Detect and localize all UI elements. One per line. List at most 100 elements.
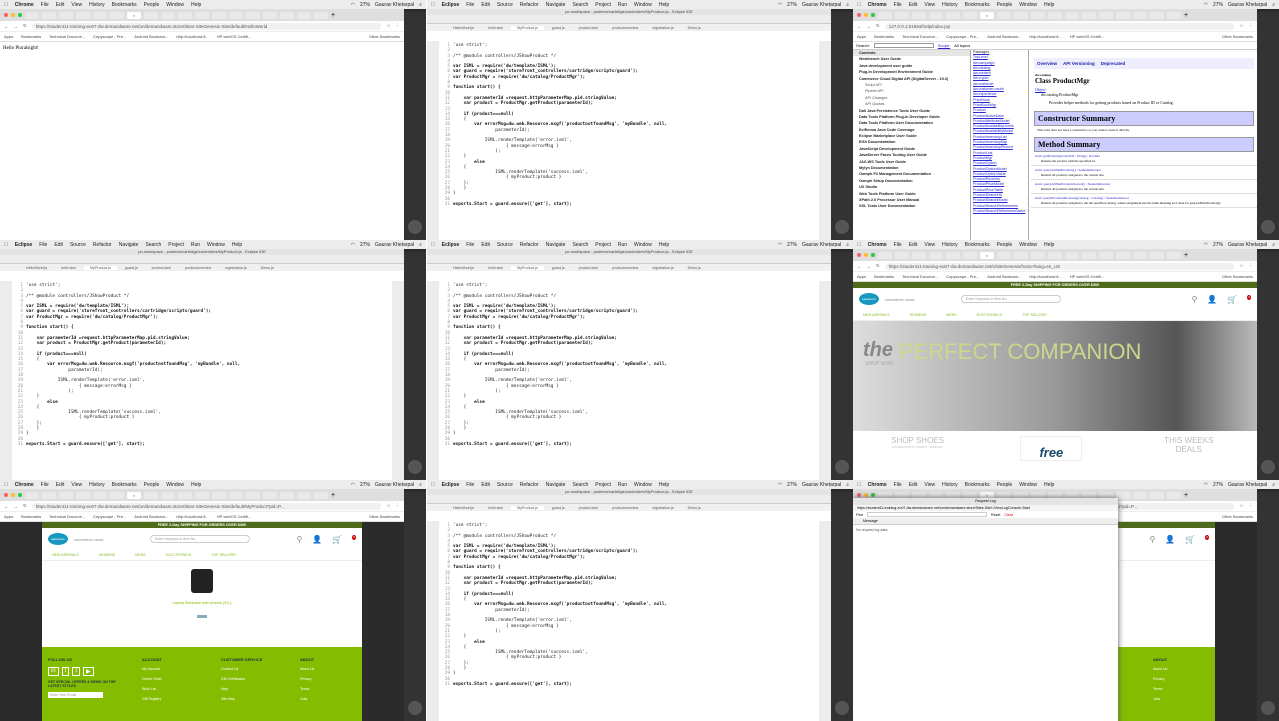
bookmark-item[interactable]: Other Bookmarks: [369, 514, 400, 519]
bookmark-item[interactable]: Copyscape - Pre...: [946, 274, 979, 279]
nav-link[interactable]: ELECTRONICS: [977, 313, 1003, 317]
menu-app-name[interactable]: Chrome: [15, 2, 34, 8]
browser-tab[interactable]: [997, 11, 1011, 19]
browser-tab[interactable]: [178, 491, 192, 499]
nav-link[interactable]: TOP SELLERS: [1022, 313, 1046, 317]
doc-nav-link[interactable]: API Versioning: [1063, 61, 1095, 66]
bookmark-item[interactable]: Apps: [857, 34, 866, 39]
menu-item[interactable]: Search: [572, 242, 588, 248]
window-control[interactable]: [857, 13, 861, 17]
menu-item[interactable]: File: [41, 2, 49, 8]
new-tab-button[interactable]: +: [1184, 492, 1188, 499]
browser-tab[interactable]: [1150, 11, 1164, 19]
salesforce-logo[interactable]: salesforce: [48, 533, 68, 545]
browser-tab[interactable]: [110, 11, 124, 19]
menu-item[interactable]: Edit: [909, 2, 918, 8]
menu-item[interactable]: File: [466, 2, 474, 8]
menu-item[interactable]: Bookmarks: [965, 482, 990, 488]
star-icon[interactable]: ☆: [386, 23, 390, 29]
bookmark-item[interactable]: Android Bootcam...: [134, 514, 168, 519]
bookmark-item[interactable]: Bookmarks: [874, 274, 894, 279]
browser-tab[interactable]: [263, 491, 277, 499]
window-control[interactable]: [857, 493, 861, 497]
nav-link[interactable]: WOMENS: [99, 553, 116, 557]
window-control[interactable]: [4, 13, 8, 17]
menu-item[interactable]: Help: [191, 482, 201, 488]
browser-tab[interactable]: [246, 491, 260, 499]
editor-tab[interactable]: hello.isml: [482, 266, 509, 270]
menu-item[interactable]: Help: [1044, 2, 1054, 8]
store-search-input[interactable]: Enter Keyword or Item No.: [150, 535, 250, 543]
menu-item[interactable]: People: [144, 482, 160, 488]
browser-tab[interactable]: [963, 251, 977, 259]
nav-link[interactable]: MENS: [135, 553, 145, 557]
browser-tab[interactable]: [93, 491, 107, 499]
email-input[interactable]: Enter Your Email: [48, 692, 103, 698]
browser-tab[interactable]: [161, 11, 175, 19]
editor-tab[interactable]: MyProduct.js: [511, 505, 544, 510]
window-control[interactable]: [864, 253, 868, 257]
browser-tab[interactable]: [110, 491, 124, 499]
window-control[interactable]: [871, 253, 875, 257]
browser-tab[interactable]: [929, 251, 943, 259]
user-name[interactable]: Gaurav Khetarpal: [375, 2, 414, 8]
editor-tab[interactable]: hello.isml: [55, 266, 82, 270]
apple-icon[interactable]: : [857, 482, 861, 488]
bookmark-item[interactable]: HP webOS Certifi...: [1070, 274, 1105, 279]
record-button[interactable]: [1261, 701, 1275, 715]
browser-tab[interactable]: ×: [980, 11, 994, 19]
window-control[interactable]: [871, 493, 875, 497]
window-control[interactable]: [871, 13, 875, 17]
footer-link[interactable]: My Account: [142, 667, 197, 671]
menu-item[interactable]: Edit: [56, 482, 65, 488]
browser-tab[interactable]: [229, 11, 243, 19]
window-control[interactable]: [864, 493, 868, 497]
menu-item[interactable]: Search: [572, 482, 588, 488]
record-button[interactable]: [1261, 220, 1275, 234]
browser-tab[interactable]: [195, 491, 209, 499]
account-icon[interactable]: 👤: [1207, 295, 1217, 304]
editor-tab[interactable]: Demo.js: [682, 266, 707, 270]
code-editor[interactable]: 1'use strict'; 2 3/** @module controllers/…: [441, 523, 817, 721]
editor-tab[interactable]: guard.js: [119, 266, 144, 270]
footer-link[interactable]: Privacy: [300, 677, 355, 681]
url-field[interactable]: https://student11-training-eu07-dw.deman…: [31, 22, 382, 30]
browser-tab[interactable]: [76, 491, 90, 499]
menu-item[interactable]: File: [466, 482, 474, 488]
nav-link[interactable]: TOP SELLERS: [211, 553, 235, 557]
user-name[interactable]: Gaurav Khetarpal: [1228, 482, 1267, 488]
editor-tab[interactable]: Demo.js: [682, 26, 707, 30]
star-icon[interactable]: ☆: [1239, 23, 1243, 29]
menu-item[interactable]: Window: [634, 242, 652, 248]
menu-item[interactable]: Run: [618, 2, 627, 8]
bookmark-item[interactable]: Apps: [4, 34, 13, 39]
menu-item[interactable]: Help: [1044, 482, 1054, 488]
menu-item[interactable]: People: [997, 482, 1013, 488]
browser-tab[interactable]: [1099, 251, 1113, 259]
menu-item[interactable]: Run: [618, 242, 627, 248]
bookmark-item[interactable]: Other Bookmarks: [1222, 34, 1253, 39]
youtube-icon[interactable]: ▶: [83, 667, 94, 676]
menu-item[interactable]: Run: [618, 482, 627, 488]
forward-icon[interactable]: →: [14, 24, 19, 29]
browser-tab[interactable]: [912, 11, 926, 19]
window-control[interactable]: [11, 493, 15, 497]
browser-tab[interactable]: [946, 11, 960, 19]
footer-link[interactable]: Terms: [1153, 687, 1208, 691]
clear-button[interactable]: Clear: [1004, 513, 1013, 517]
back-icon[interactable]: ←: [857, 264, 862, 269]
record-button[interactable]: [408, 460, 422, 474]
apple-icon[interactable]: : [431, 242, 435, 248]
menu-item[interactable]: Window: [166, 2, 184, 8]
hero-banner[interactable]: the PERFECT COMPANION SHOP NOW: [853, 321, 1257, 431]
reload-icon[interactable]: ↻: [876, 23, 880, 29]
store-search-input[interactable]: Enter Keyword or Item No.: [961, 295, 1061, 303]
browser-tab[interactable]: [297, 491, 311, 499]
footer-link[interactable]: Gift Certificates: [221, 677, 276, 681]
apple-icon[interactable]: : [431, 2, 435, 8]
menu-item[interactable]: Edit: [909, 242, 918, 248]
menu-app-name[interactable]: Chrome: [868, 482, 887, 488]
menu-item[interactable]: Window: [1019, 482, 1037, 488]
menu-item[interactable]: Navigate: [119, 242, 139, 248]
menu-item[interactable]: Bookmarks: [965, 2, 990, 8]
